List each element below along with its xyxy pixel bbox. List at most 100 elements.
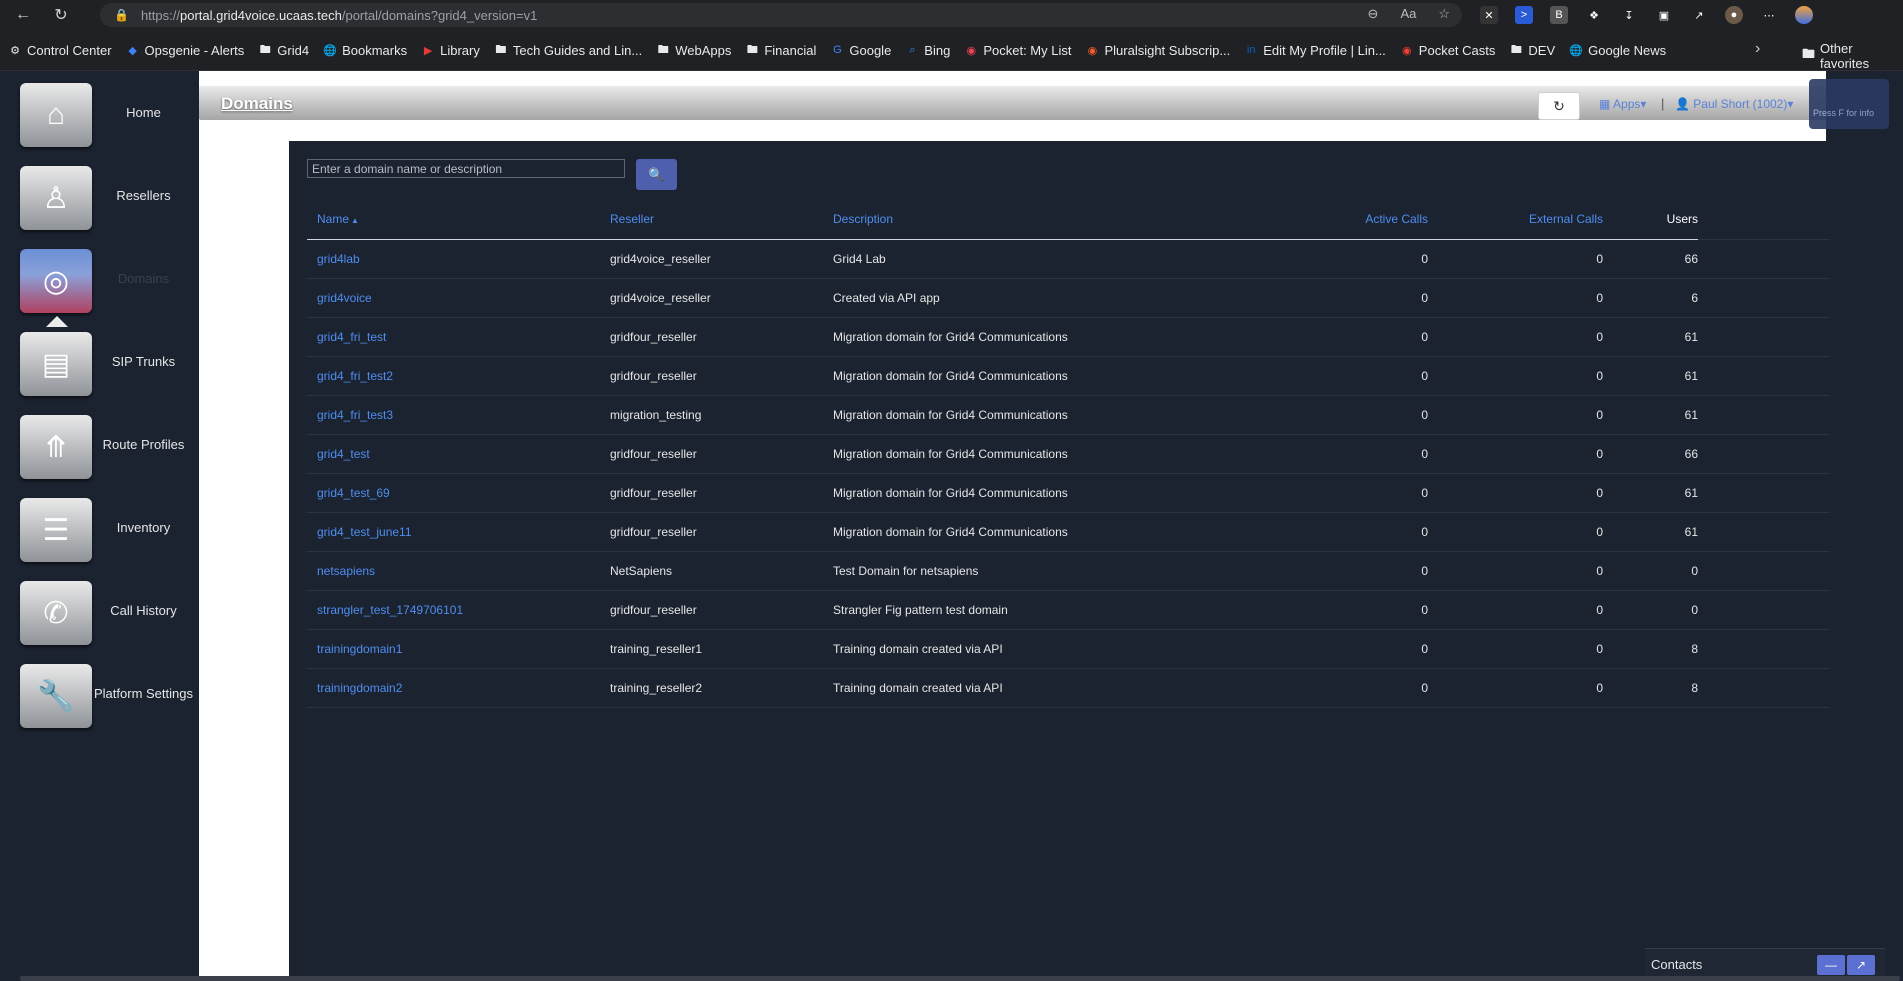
active-pointer xyxy=(46,316,68,327)
download-icon[interactable]: ↧ xyxy=(1620,6,1638,24)
call-history-icon: ✆ xyxy=(20,581,92,645)
domain-name-link[interactable]: grid4_test xyxy=(317,447,370,461)
domain-name-link[interactable]: grid4_test_june11 xyxy=(317,525,412,539)
reseller-cell: gridfour_reseller xyxy=(610,356,833,396)
zoom-icon[interactable]: ⊖ xyxy=(1368,6,1379,22)
reseller-cell: gridfour_reseller xyxy=(610,512,833,552)
nav-item-call-history[interactable]: ✆ Call History xyxy=(20,581,199,653)
domain-name-link[interactable]: grid4_fri_test3 xyxy=(317,408,393,422)
table-row[interactable]: grid4_fri_test gridfour_reseller Migration… xyxy=(307,317,1829,357)
domain-name-link[interactable]: grid4_fri_test xyxy=(317,330,386,344)
table-row[interactable]: trainingdomain1 training_reseller1 Trainin… xyxy=(307,629,1829,669)
nav-item-platform-settings[interactable]: 🔧 Platform Settings xyxy=(20,664,199,736)
x-extension-icon[interactable]: ✕ xyxy=(1480,6,1498,24)
minimize-button[interactable]: — xyxy=(1817,955,1845,975)
column-header-description[interactable]: Description xyxy=(833,200,1252,240)
bookmark-item[interactable]: ◆ Opsgenie - Alerts xyxy=(126,43,244,58)
terminal-extension-icon[interactable]: > xyxy=(1515,6,1533,24)
reseller-cell: migration_testing xyxy=(610,395,833,435)
reseller-cell: gridfour_reseller xyxy=(610,434,833,474)
domain-name-link[interactable]: grid4lab xyxy=(317,252,360,266)
domain-name-cell: trainingdomain1 xyxy=(307,629,610,669)
nav-item-inventory[interactable]: ☰ Inventory xyxy=(20,498,199,570)
table-row[interactable]: grid4_test_69 gridfour_reseller Migration … xyxy=(307,473,1829,513)
popout-button[interactable]: ↗ xyxy=(1847,955,1875,975)
column-header-reseller[interactable]: Reseller xyxy=(610,200,833,240)
bookmark-folder[interactable]: 🖿 Financial xyxy=(745,43,817,58)
refresh-button[interactable]: ↻ xyxy=(1538,92,1580,120)
description-cell: Training domain created via API xyxy=(833,668,1252,708)
bookmark-item[interactable]: 🌐 Google News xyxy=(1569,43,1666,58)
bookmark-item[interactable]: ⚙ Control Center xyxy=(8,43,111,58)
bookmark-item[interactable]: ◉ Pluralsight Subscrip... xyxy=(1085,43,1231,58)
bookmark-folder[interactable]: 🖿 WebApps xyxy=(656,43,732,58)
bookmark-item[interactable]: G Google xyxy=(830,43,891,58)
search-button[interactable]: 🔍 xyxy=(636,159,677,190)
table-row[interactable]: grid4_fri_test3 migration_testing Migratio… xyxy=(307,395,1829,435)
domain-name-link[interactable]: strangler_test_1749706101 xyxy=(317,603,463,617)
bookmark-item[interactable]: ⌕ Bing xyxy=(905,43,950,58)
column-header-external-calls[interactable]: External Calls xyxy=(1428,200,1603,240)
bookmark-folder[interactable]: 🖿 Grid4 xyxy=(258,43,309,58)
more-menu-icon[interactable]: ⋯ xyxy=(1760,6,1778,24)
nav-item-resellers[interactable]: ♙ Resellers xyxy=(20,166,199,238)
domain-name-link[interactable]: grid4_test_69 xyxy=(317,486,390,500)
read-aloud-icon[interactable]: A​a xyxy=(1400,6,1416,22)
active-calls-cell: 0 xyxy=(1252,629,1428,669)
domain-name-cell: grid4_test xyxy=(307,434,610,474)
domain-name-link[interactable]: netsapiens xyxy=(317,564,375,578)
bookmark-item[interactable]: in Edit My Profile | Lin... xyxy=(1244,43,1386,58)
bookmark-item[interactable]: ◉ Pocket: My List xyxy=(964,43,1072,58)
bookmark-item[interactable]: ▶ Library xyxy=(421,43,480,58)
nav-item-home[interactable]: ⌂ Home xyxy=(20,83,199,155)
table-row[interactable]: grid4_fri_test2 gridfour_reseller Migratio… xyxy=(307,356,1829,396)
domain-name-link[interactable]: grid4voice xyxy=(317,291,372,305)
table-row[interactable]: strangler_test_1749706101 gridfour_resell… xyxy=(307,590,1829,630)
other-favorites-folder[interactable]: 🖿 Other favorites xyxy=(1802,41,1903,71)
domain-name-link[interactable]: grid4_fri_test2 xyxy=(317,369,393,383)
chevron-right-icon[interactable]: › xyxy=(1755,40,1760,58)
reseller-icon: ♙ xyxy=(20,166,92,230)
users-cell: 61 xyxy=(1603,512,1698,552)
domain-search-input[interactable] xyxy=(307,159,625,178)
favorite-star-icon[interactable]: ☆ xyxy=(1438,6,1450,22)
puzzle-icon[interactable]: ❖ xyxy=(1585,6,1603,24)
b-extension-icon[interactable]: B xyxy=(1550,6,1568,24)
table-row[interactable]: grid4_test gridfour_reseller Migration dom… xyxy=(307,434,1829,474)
table-row[interactable]: grid4lab grid4voice_reseller Grid4 Lab 0 0 66 xyxy=(307,239,1829,279)
active-calls-cell: 0 xyxy=(1252,512,1428,552)
screenshot-icon[interactable]: ▣ xyxy=(1655,6,1673,24)
horizontal-scrollbar[interactable] xyxy=(20,976,1900,981)
opsgenie-icon: ◆ xyxy=(128,44,137,57)
copilot-icon[interactable] xyxy=(1795,6,1813,24)
table-row[interactable]: netsapiens NetSapiens Test Domain for nets… xyxy=(307,551,1829,591)
domain-name-link[interactable]: trainingdomain1 xyxy=(317,642,402,656)
profile-avatar-icon[interactable]: ● xyxy=(1725,6,1743,24)
users-cell: 61 xyxy=(1603,317,1698,357)
bookmark-item[interactable]: 🌐 Bookmarks xyxy=(323,43,407,58)
reseller-cell: grid4voice_reseller xyxy=(610,278,833,318)
bookmark-folder[interactable]: 🖿 Tech Guides and Lin... xyxy=(494,43,642,58)
table-row[interactable]: grid4_test_june11 gridfour_reseller Migrat… xyxy=(307,512,1829,552)
nav-item-sip-trunks[interactable]: ▤ SIP Trunks xyxy=(20,332,199,404)
user-menu[interactable]: 👤 Paul Short (1002)▾ xyxy=(1675,97,1793,111)
row-spacer xyxy=(1698,668,1829,708)
nav-item-route-profiles[interactable]: ⤊ Route Profiles xyxy=(20,415,199,487)
address-bar[interactable]: 🔒 https://portal.grid4voice.ucaas.tech/p… xyxy=(100,3,1462,27)
bookmark-item[interactable]: ◉ Pocket Casts xyxy=(1400,43,1495,58)
reload-icon[interactable]: ↻ xyxy=(46,0,76,30)
header-separator: | xyxy=(1661,96,1665,111)
nav-item-domains[interactable]: ◎ Domains xyxy=(20,249,199,321)
back-icon[interactable]: ← xyxy=(8,0,38,30)
table-row[interactable]: trainingdomain2 training_reseller2 Trainin… xyxy=(307,668,1829,708)
row-spacer xyxy=(1698,278,1829,318)
domain-name-link[interactable]: trainingdomain2 xyxy=(317,681,402,695)
column-header-name[interactable]: Name ▲ xyxy=(307,200,610,240)
table-row[interactable]: grid4voice grid4voice_reseller Created via… xyxy=(307,278,1829,318)
column-header-active-calls[interactable]: Active Calls xyxy=(1252,200,1428,240)
share-icon[interactable]: ↗ xyxy=(1690,6,1708,24)
apps-menu[interactable]: ▦ Apps▾ xyxy=(1599,97,1646,111)
bookmark-folder[interactable]: 🖿 DEV xyxy=(1509,43,1555,58)
external-calls-cell: 0 xyxy=(1428,395,1603,435)
active-calls-cell: 0 xyxy=(1252,278,1428,318)
